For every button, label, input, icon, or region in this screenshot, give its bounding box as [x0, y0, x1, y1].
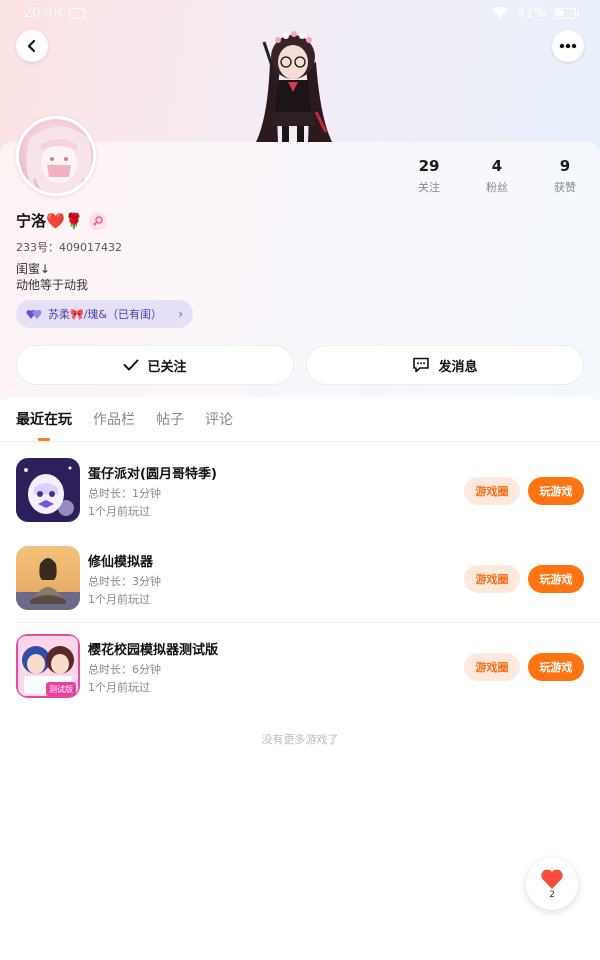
like-count: 2 [549, 890, 555, 900]
back-button[interactable] [16, 30, 48, 62]
game-circle-button[interactable]: 游戏圈 [464, 477, 520, 505]
stat-likes[interactable]: 9 获赞 [531, 157, 599, 195]
chevron-left-icon [27, 39, 36, 53]
tab-comments[interactable]: 评论 [205, 397, 233, 442]
stat-label: 获赞 [554, 181, 576, 194]
following-button[interactable]: 已关注 [16, 345, 294, 385]
battery-icon [554, 7, 579, 19]
chevron-right-icon: › [178, 307, 183, 321]
stat-label: 关注 [418, 181, 440, 194]
status-time: 20:48 [24, 5, 62, 21]
stat-following[interactable]: 29 关注 [395, 157, 463, 195]
more-options-button[interactable] [552, 30, 584, 62]
game-icon-sakura-school: 测试版 [16, 634, 80, 698]
profile-tabs: 最近在玩 作品栏 帖子 评论 [0, 397, 600, 442]
send-message-label: 发消息 [438, 359, 478, 375]
wifi-icon [492, 7, 509, 18]
game-icon-egg-party [16, 458, 80, 522]
game-title: 蛋仔派对(圆月哥特季) [88, 467, 217, 482]
following-button-label: 已关注 [147, 359, 187, 375]
game-last-played: 1个月前玩过 [88, 593, 150, 606]
stat-value: 29 [418, 157, 440, 175]
bio-line: 动他等于动我 [16, 278, 89, 292]
username: 宁洛❤️🌹 [16, 212, 84, 230]
user-bio: 闺蜜↓ 动他等于动我 [16, 261, 88, 293]
game-last-played: 1个月前玩过 [88, 505, 150, 518]
bestie-relation-chip[interactable]: 苏柔🎀/瑰&（已有闺） › [16, 300, 193, 328]
relation-chip-label: 苏柔🎀/瑰&（已有闺） [48, 308, 162, 321]
game-list-item[interactable]: 蛋仔派对(圆月哥特季) 总时长：1分钟 1个月前玩过 游戏圈 玩游戏 [0, 443, 600, 531]
play-game-button[interactable]: 玩游戏 [528, 565, 584, 593]
check-icon [123, 359, 139, 371]
game-icon-cultivation-simulator [16, 546, 80, 610]
like-button[interactable]: 2 [526, 858, 578, 910]
stat-followers[interactable]: 4 粉丝 [463, 157, 531, 195]
stat-value: 9 [559, 157, 571, 175]
tab-recently-played[interactable]: 最近在玩 [16, 397, 72, 442]
sim-card-icon [69, 7, 86, 19]
send-message-button[interactable]: 发消息 [306, 345, 584, 385]
stat-label: 粉丝 [486, 181, 508, 194]
bio-line: 闺蜜↓ [16, 262, 51, 276]
stat-value: 4 [491, 157, 503, 175]
game-list-item[interactable]: 测试版 樱花校园模拟器测试版 总时长：6分钟 1个月前玩过 游戏圈 玩游戏 [0, 619, 600, 707]
tab-posts[interactable]: 帖子 [156, 397, 184, 442]
play-game-button[interactable]: 玩游戏 [528, 477, 584, 505]
game-title: 樱花校园模拟器测试版 [88, 643, 219, 658]
tab-works[interactable]: 作品栏 [93, 397, 135, 442]
game-play-duration: 总时长：6分钟 [88, 663, 161, 676]
no-more-games-text: 没有更多游戏了 [261, 733, 339, 746]
play-game-button[interactable]: 玩游戏 [528, 653, 584, 681]
character-avatar-3d[interactable] [248, 22, 338, 142]
game-title: 修仙模拟器 [88, 555, 154, 570]
more-dots-icon [559, 43, 577, 49]
username-row: 宁洛❤️🌹 [16, 210, 108, 231]
game-list-item[interactable]: 修仙模拟器 总时长：3分钟 1个月前玩过 游戏圈 玩游戏 [0, 531, 600, 619]
game-circle-button[interactable]: 游戏圈 [464, 565, 520, 593]
user-id: 233号：409017432 [16, 241, 122, 254]
battery-level [556, 9, 563, 16]
game-icon-badge: 测试版 [49, 684, 73, 694]
heart-icon [541, 869, 563, 889]
female-gender-icon [89, 211, 108, 230]
game-play-duration: 总时长：3分钟 [88, 575, 161, 588]
profile-stats: 29 关注 4 粉丝 9 获赞 [395, 157, 600, 195]
game-circle-button[interactable]: 游戏圈 [464, 653, 520, 681]
game-play-duration: 总时长：1分钟 [88, 487, 161, 500]
battery-percent: 41% [517, 5, 546, 21]
message-bubble-icon [413, 357, 430, 373]
double-heart-icon [26, 310, 42, 319]
user-avatar[interactable] [16, 116, 96, 196]
game-last-played: 1个月前玩过 [88, 681, 150, 694]
